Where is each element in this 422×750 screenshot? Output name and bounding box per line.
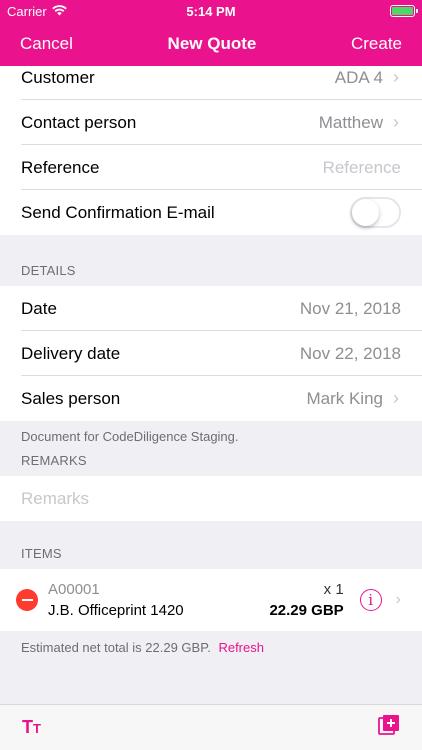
delivery-date-label: Delivery date	[21, 343, 121, 363]
page-title: New Quote	[167, 34, 257, 53]
reference-row[interactable]: Reference Reference	[0, 145, 422, 190]
date-row[interactable]: Date Nov 21, 2018	[0, 286, 422, 331]
item-quantity-price: x 1 22.29 GBP	[269, 581, 343, 619]
remarks-row[interactable]: Remarks	[0, 476, 422, 521]
delete-item-button[interactable]	[16, 589, 38, 611]
date-value: Nov 21, 2018	[299, 298, 401, 318]
chevron-right-icon: ›	[393, 112, 399, 132]
confirmation-email-row: Send Confirmation E-mail	[0, 190, 422, 235]
wifi-icon	[51, 4, 67, 19]
top-bar: Carrier 5:14 PM Cancel New Quote Create	[0, 0, 422, 66]
form-content[interactable]: Customer ADA 4 › Contact person Matthew …	[0, 66, 422, 704]
status-time: 5:14 PM	[186, 3, 236, 19]
details-group: Date Nov 21, 2018 Delivery date Nov 22, …	[0, 286, 422, 421]
reference-label: Reference	[21, 157, 100, 177]
details-header: DETAILS	[21, 263, 76, 278]
estimate-footer: Estimated net total is 22.29 GBP. Refres…	[0, 631, 422, 664]
contact-person-row[interactable]: Contact person Matthew ›	[0, 100, 422, 145]
item-price: 22.29 GBP	[269, 602, 344, 619]
battery-icon	[389, 5, 418, 17]
remarks-group: Remarks	[0, 476, 422, 521]
items-header: ITEMS	[21, 546, 62, 561]
contact-person-label: Contact person	[21, 112, 137, 132]
status-bar: Carrier 5:14 PM	[0, 0, 422, 22]
add-item-icon[interactable]	[378, 714, 400, 741]
list-item[interactable]: A00001 J.B. Officeprint 1420 x 1 22.29 G…	[0, 569, 422, 631]
chevron-right-icon: ›	[393, 388, 399, 408]
reference-input[interactable]: Reference	[323, 158, 401, 178]
customer-row[interactable]: Customer ADA 4 ›	[0, 66, 422, 100]
remarks-input[interactable]: Remarks	[21, 489, 89, 509]
chevron-right-icon: ›	[393, 67, 399, 87]
estimate-text: Estimated net total is 22.29 GBP.	[21, 640, 211, 655]
item-code: A00001	[48, 581, 100, 598]
customer-label: Customer	[21, 67, 95, 87]
date-label: Date	[21, 298, 57, 318]
text-size-icon[interactable]: TT	[22, 717, 41, 738]
carrier-label: Carrier	[7, 3, 47, 19]
customer-value: ADA 4	[334, 67, 383, 87]
delivery-date-row[interactable]: Delivery date Nov 22, 2018	[0, 331, 422, 376]
general-group: Customer ADA 4 › Contact person Matthew …	[0, 66, 422, 235]
navigation-bar: Cancel New Quote Create	[0, 22, 422, 66]
confirmation-email-toggle[interactable]	[350, 197, 401, 228]
sales-person-label: Sales person	[21, 388, 121, 408]
item-info: A00001 J.B. Officeprint 1420	[48, 581, 269, 619]
create-button[interactable]: Create	[351, 34, 402, 54]
info-icon[interactable]: i	[359, 589, 382, 611]
sales-person-value: Mark King	[306, 388, 383, 408]
details-footer: Document for CodeDiligence Staging.	[21, 429, 239, 444]
item-name: J.B. Officeprint 1420	[48, 602, 184, 619]
chevron-right-icon: ›	[395, 591, 401, 608]
confirmation-email-label: Send Confirmation E-mail	[21, 202, 215, 222]
refresh-link[interactable]: Refresh	[218, 640, 264, 655]
bottom-toolbar: TT	[0, 704, 422, 750]
items-group: A00001 J.B. Officeprint 1420 x 1 22.29 G…	[0, 569, 422, 631]
remarks-header: REMARKS	[21, 453, 87, 468]
sales-person-row[interactable]: Sales person Mark King ›	[0, 376, 422, 421]
contact-person-value: Matthew	[318, 112, 383, 132]
cancel-button[interactable]: Cancel	[20, 34, 73, 54]
item-quantity: x 1	[323, 581, 344, 598]
delivery-date-value: Nov 22, 2018	[299, 343, 401, 363]
